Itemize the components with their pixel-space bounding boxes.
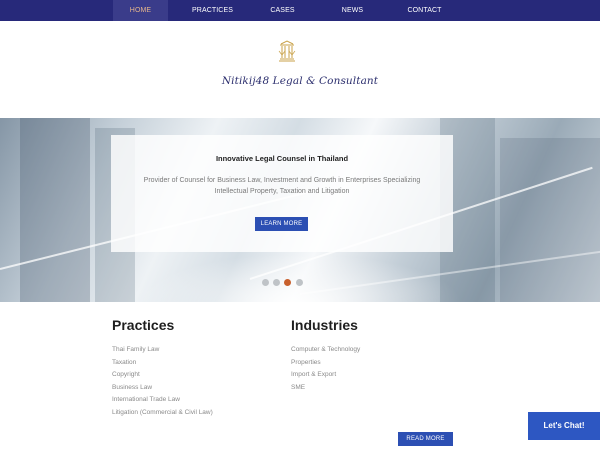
industry-item[interactable]: Properties (291, 357, 360, 370)
brand-name[interactable]: Nitikij48 Legal & Consultant (200, 75, 400, 87)
nav-item-contact[interactable]: CONTACT (396, 0, 453, 21)
building-silhouette (500, 138, 600, 302)
industry-item[interactable]: SME (291, 382, 360, 395)
practice-item[interactable]: Business Law (112, 382, 213, 395)
hero-title: Innovative Legal Counsel in Thailand (215, 154, 349, 163)
pillar-scales-emblem-icon[interactable] (277, 40, 297, 66)
industries-list: Computer & Technology Properties Import … (291, 344, 360, 394)
industry-item[interactable]: Import & Export (291, 369, 360, 382)
practice-item[interactable]: Copyright (112, 369, 213, 382)
practice-item[interactable]: Taxation (112, 357, 213, 370)
building-silhouette (20, 118, 90, 302)
slide-dot-4[interactable] (296, 279, 303, 286)
top-navigation-bar: HOME PRACTICES CASES NEWS CONTACT (0, 0, 600, 21)
nav-item-practices[interactable]: PRACTICES (185, 0, 240, 21)
nav-menu: HOME PRACTICES CASES NEWS CONTACT (113, 0, 453, 21)
practice-item[interactable]: Litigation (Commercial & Civil Law) (112, 407, 213, 420)
practices-heading: Practices (112, 317, 175, 333)
hero-card: Innovative Legal Counsel in Thailand Pro… (111, 135, 453, 252)
slide-dot-1[interactable] (262, 279, 269, 286)
site-header (0, 21, 600, 118)
nav-item-cases[interactable]: CASES (255, 0, 310, 21)
practice-item[interactable]: Thai Family Law (112, 344, 213, 357)
industry-item[interactable]: Computer & Technology (291, 344, 360, 357)
nav-item-news[interactable]: NEWS (325, 0, 380, 21)
slide-dot-2[interactable] (273, 279, 280, 286)
industries-heading: Industries (291, 317, 358, 333)
slide-dot-3-active[interactable] (284, 279, 291, 286)
hero-description: Provider of Counsel for Business Law, In… (143, 177, 421, 195)
learn-more-button[interactable]: LEARN MORE (255, 217, 308, 231)
lets-chat-button[interactable]: Let's Chat! (528, 412, 600, 440)
practice-item[interactable]: International Trade Law (112, 394, 213, 407)
read-more-button[interactable]: READ MORE (398, 432, 453, 446)
nav-item-home[interactable]: HOME (113, 0, 168, 21)
practices-list: Thai Family Law Taxation Copyright Busin… (112, 344, 213, 419)
